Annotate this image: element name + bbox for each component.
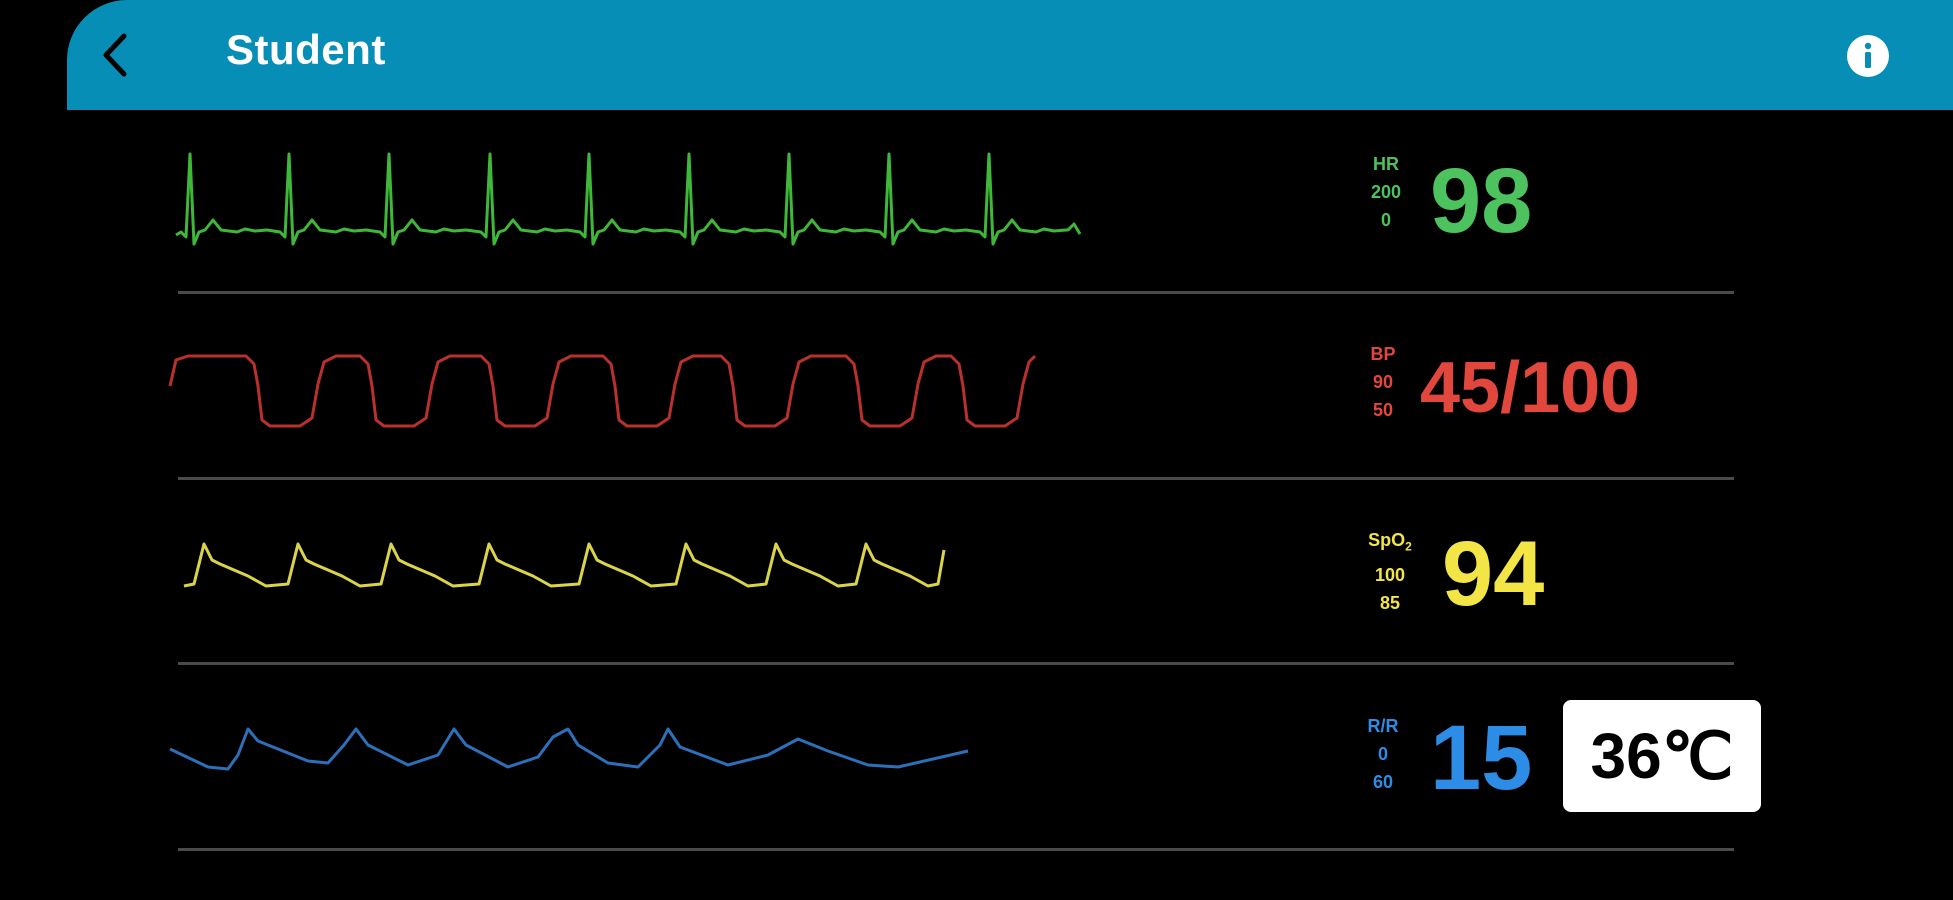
- rr-value: 15: [1430, 707, 1533, 809]
- rr-scale: R/R 0 60: [1355, 712, 1411, 796]
- bp-waveform: [168, 354, 1037, 428]
- back-button[interactable]: [92, 28, 138, 82]
- hr-label: HR: [1373, 154, 1399, 174]
- bp-scale: BP 90 50: [1355, 340, 1411, 424]
- chevron-left-icon: [103, 33, 127, 77]
- ecg-waveform: [175, 152, 1082, 246]
- rr-label: R/R: [1367, 716, 1399, 736]
- divider: [178, 662, 1734, 665]
- hr-scale-bottom: 0: [1380, 210, 1391, 230]
- divider: [178, 291, 1734, 294]
- hr-value: 98: [1430, 150, 1533, 252]
- spo2-scale: SpO2 100 85: [1362, 526, 1418, 617]
- rr-scale-bottom: 60: [1372, 772, 1394, 792]
- hr-scale: HR 200 0: [1358, 150, 1414, 234]
- respiration-waveform: [169, 727, 969, 771]
- page-title: Student: [226, 26, 386, 73]
- info-button[interactable]: [1846, 34, 1890, 78]
- divider: [178, 477, 1734, 480]
- spo2-scale-bottom: 85: [1379, 592, 1401, 613]
- rr-scale-top: 0: [1377, 744, 1388, 764]
- spo2-label: SpO2: [1368, 530, 1412, 554]
- info-icon: [1847, 35, 1889, 77]
- bp-value: 45/100: [1420, 348, 1641, 428]
- spo2-waveform: [183, 542, 946, 588]
- spo2-value: 94: [1442, 523, 1545, 625]
- hr-scale-top: 200: [1370, 182, 1402, 202]
- spo2-scale-top: 100: [1374, 564, 1406, 585]
- divider: [178, 848, 1734, 851]
- temperature-box: 36℃: [1563, 700, 1761, 812]
- monitor-screen: Student HR 200 0 98 BP 90 50 45/100 SpO2…: [0, 0, 1953, 900]
- bp-scale-bottom: 50: [1372, 400, 1394, 420]
- bp-scale-top: 90: [1372, 372, 1394, 392]
- bp-label: BP: [1370, 344, 1396, 364]
